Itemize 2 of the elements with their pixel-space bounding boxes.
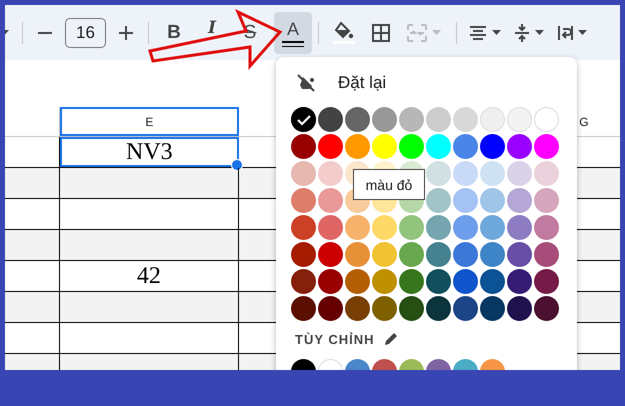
section-label: TÙY CHỈNH <box>295 332 375 346</box>
tooltip: màu đỏ <box>353 169 425 200</box>
